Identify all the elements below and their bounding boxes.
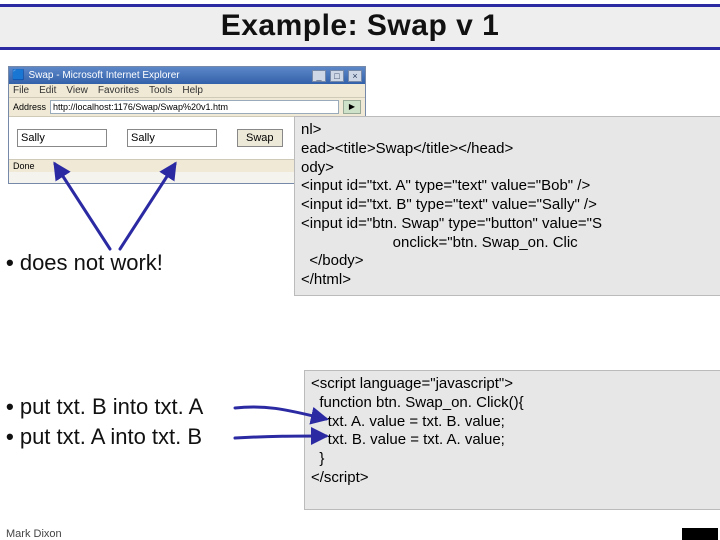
status-left: Done — [13, 161, 35, 171]
footer-author: Mark Dixon — [6, 528, 62, 540]
bullet-group-2: put txt. B into txt. A put txt. A into t… — [6, 390, 203, 454]
input-txt-a[interactable] — [17, 129, 107, 147]
bullet-b-into-a: put txt. B into txt. A — [6, 394, 203, 420]
code-js: <script language="javascript"> function … — [304, 370, 720, 510]
slide: Example: Swap v 1 🟦 Swap - Microsoft Int… — [0, 4, 720, 540]
code-line: <input id="txt. B" type="text" value="Sa… — [301, 196, 597, 213]
address-label: Address — [13, 102, 46, 112]
title-band: Example: Swap v 1 — [0, 4, 720, 50]
bullet-a-into-b: put txt. A into txt. B — [6, 424, 203, 450]
address-input[interactable] — [50, 100, 339, 114]
code-line: nl> — [301, 121, 321, 138]
window-title: Swap - Microsoft Internet Explorer — [28, 70, 308, 81]
bullet-group-1: does not work! — [6, 246, 163, 280]
menu-help[interactable]: Help — [182, 85, 203, 96]
bullet-not-work: does not work! — [6, 250, 163, 276]
go-button[interactable]: ▶ — [343, 100, 361, 114]
menu-edit[interactable]: Edit — [39, 85, 56, 96]
ie-icon: 🟦 — [12, 70, 24, 81]
address-bar: Address ▶ — [9, 98, 365, 117]
menu-view[interactable]: View — [66, 85, 88, 96]
window-titlebar: 🟦 Swap - Microsoft Internet Explorer _ □… — [9, 67, 365, 84]
slide-title: Example: Swap v 1 — [0, 9, 720, 43]
code-line: } — [311, 450, 324, 467]
menu-favorites[interactable]: Favorites — [98, 85, 139, 96]
code-line: function btn. Swap_on. Click(){ — [311, 394, 524, 411]
maximize-button[interactable]: □ — [330, 70, 344, 82]
code-html: nl> ead><title>Swap</title></head> ody> … — [294, 116, 720, 296]
code-line: <script language="javascript"> — [311, 375, 513, 392]
minimize-button[interactable]: _ — [312, 70, 326, 82]
input-txt-b[interactable] — [127, 129, 217, 147]
code-line: </html> — [301, 271, 351, 288]
code-line: </body> — [301, 252, 364, 269]
swap-button[interactable]: Swap — [237, 129, 283, 147]
menu-bar: File Edit View Favorites Tools Help — [9, 84, 365, 98]
code-line: </script> — [311, 469, 369, 486]
code-line: ead><title>Swap</title></head> — [301, 140, 513, 157]
code-line: txt. B. value = txt. A. value; — [311, 431, 505, 448]
code-line: onclick="btn. Swap_on. Clic — [301, 234, 578, 251]
code-line: <input id="btn. Swap" type="button" valu… — [301, 215, 602, 232]
footer-page — [682, 528, 718, 540]
menu-tools[interactable]: Tools — [149, 85, 172, 96]
code-line: ody> — [301, 159, 334, 176]
code-line: txt. A. value = txt. B. value; — [311, 413, 505, 430]
close-button[interactable]: × — [348, 70, 362, 82]
code-line: <input id="txt. A" type="text" value="Bo… — [301, 177, 590, 194]
menu-file[interactable]: File — [13, 85, 29, 96]
